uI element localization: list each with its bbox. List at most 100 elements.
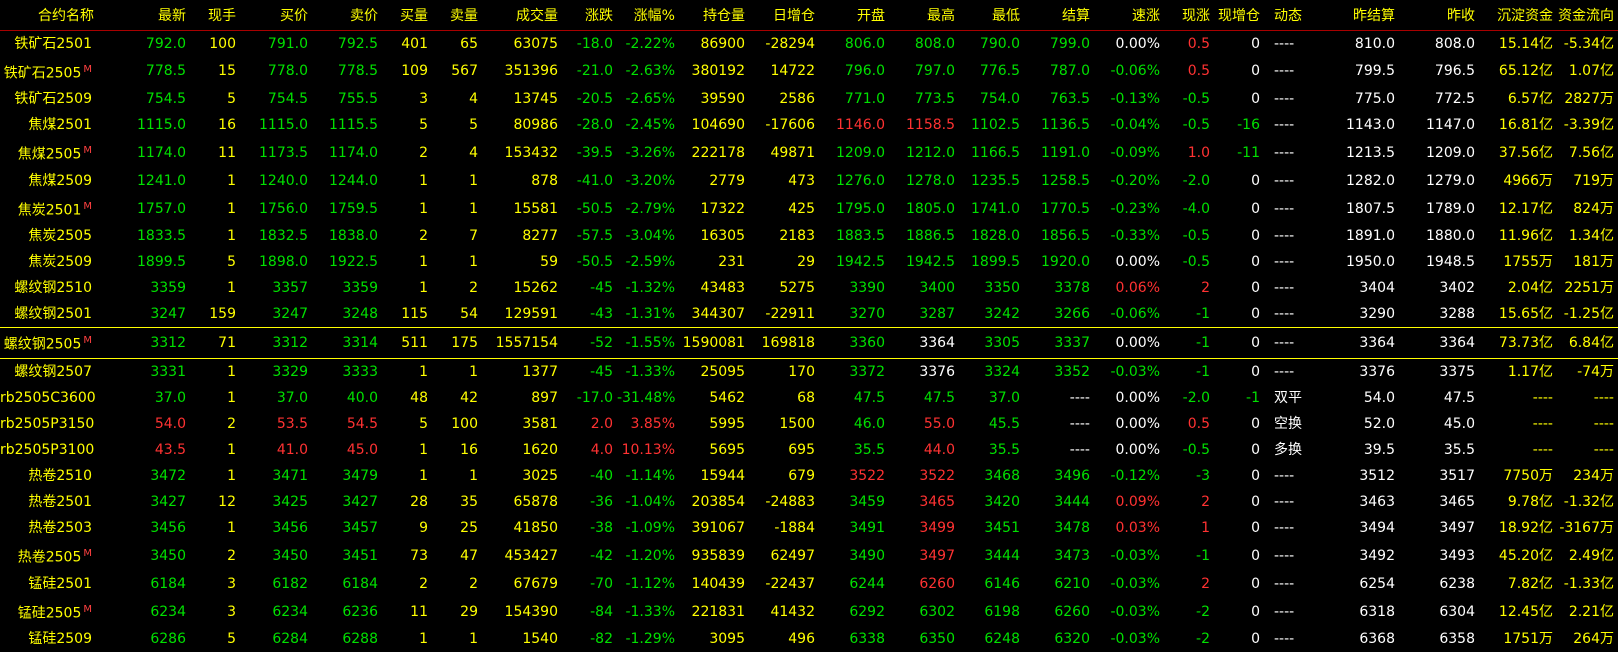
cell-flow: 7.56亿 bbox=[1557, 138, 1618, 168]
chg-value: -45 bbox=[590, 364, 613, 381]
table-row[interactable]: 焦煤2501 1115.0 16 1115.0 1115.5 5 5 80986 -28.0 -2… bbox=[0, 112, 1618, 138]
table-row[interactable]: 热卷2501 3427 12 3425 3427 28 35 65878 -36 -1.04% 20… bbox=[0, 489, 1618, 515]
col-header-speed[interactable]: 速涨 bbox=[1094, 0, 1164, 31]
col-header-vol[interactable]: 成交量 bbox=[482, 0, 562, 31]
low-value: 790.0 bbox=[979, 35, 1020, 52]
table-row[interactable]: 铁矿石2501 792.0 100 791.0 792.5 401 65 63075 -18.0… bbox=[0, 30, 1618, 57]
pclose-value: 3364 bbox=[1439, 335, 1475, 352]
col-header-high[interactable]: 最高 bbox=[889, 0, 959, 31]
col-header-name[interactable]: 合约名称 bbox=[0, 0, 100, 31]
settle-value: 3266 bbox=[1054, 306, 1090, 323]
table-row[interactable]: 焦炭2501 M 1757.0 1 1756.0 1759.5 1 1 15581 -50.5 -2… bbox=[0, 194, 1618, 224]
table-row[interactable]: 热卷2510 3472 1 3471 3479 1 1 3025 -40 -1.14% 15944 6… bbox=[0, 463, 1618, 489]
cell-pct: -3.04% bbox=[617, 223, 679, 249]
flow-value: 181万 bbox=[1573, 254, 1614, 271]
table-row[interactable]: rb2505P3150 54.0 2 53.5 54.5 5 100 3581 2.0 3.85%… bbox=[0, 411, 1618, 437]
settle-value: ---- bbox=[1069, 390, 1090, 407]
table-row[interactable]: 锰硅2505 M 6234 3 6234 6236 11 29 154390 -84 -1.33% 2… bbox=[0, 597, 1618, 627]
col-header-doi[interactable]: 日增仓 bbox=[749, 0, 819, 31]
table-row[interactable]: 螺纹钢2510 3359 1 3357 3359 1 2 15262 -45 -1.32% 4348… bbox=[0, 275, 1618, 301]
speed-value: -0.03% bbox=[1110, 631, 1160, 648]
table-row[interactable]: 焦煤2505 M 1174.0 11 1173.5 1174.0 2 4 153432 -39.5… bbox=[0, 138, 1618, 168]
act-value: ---- bbox=[1274, 117, 1295, 134]
col-header-cur[interactable]: 现手 bbox=[190, 0, 240, 31]
cell-cap: 7.82亿 bbox=[1479, 571, 1557, 597]
askv-value: 5 bbox=[469, 117, 478, 134]
flow-value: 6.84亿 bbox=[1568, 335, 1614, 352]
cell-high: 3522 bbox=[889, 463, 959, 489]
col-header-chg[interactable]: 涨跌 bbox=[562, 0, 617, 31]
col-header-askv[interactable]: 卖量 bbox=[432, 0, 482, 31]
col-header-act[interactable]: 动态 bbox=[1264, 0, 1324, 31]
table-row[interactable]: 焦炭2509 1899.5 5 1898.0 1922.5 1 1 59 -50.5 -2.59%… bbox=[0, 249, 1618, 275]
cell-tick: 0.5 bbox=[1164, 411, 1214, 437]
ask-value: 45.0 bbox=[346, 442, 378, 459]
act-value: ---- bbox=[1274, 200, 1295, 217]
cur-value: 1 bbox=[227, 280, 236, 297]
cell-settle: 3337 bbox=[1024, 327, 1094, 360]
pct-value: -2.79% bbox=[625, 200, 675, 217]
act-value: 空换 bbox=[1274, 416, 1302, 433]
pclose-value: 35.5 bbox=[1443, 442, 1475, 459]
cell-pclose: 1147.0 bbox=[1399, 112, 1479, 138]
act-value: ---- bbox=[1274, 631, 1295, 648]
col-header-tick[interactable]: 现涨 bbox=[1164, 0, 1214, 31]
col-header-bidv[interactable]: 买量 bbox=[382, 0, 432, 31]
low-value: 1741.0 bbox=[971, 200, 1020, 217]
col-header-oi[interactable]: 持仓量 bbox=[679, 0, 749, 31]
doi-value: 2183 bbox=[779, 228, 815, 245]
col-header-ask[interactable]: 卖价 bbox=[312, 0, 382, 31]
cell-pclose: 772.5 bbox=[1399, 86, 1479, 112]
cell-doi: -17606 bbox=[749, 112, 819, 138]
table-row[interactable]: 锰硅2509 6286 5 6284 6288 1 1 1540 -82 -1.29% 3095 49… bbox=[0, 626, 1618, 652]
col-header-pset[interactable]: 昨结算 bbox=[1324, 0, 1399, 31]
cell-toi: 0 bbox=[1214, 359, 1264, 386]
doi-value: -22911 bbox=[765, 306, 815, 323]
table-row[interactable]: 螺纹钢2507 3331 1 3329 3333 1 1 1377 -45 -1.33% 25095… bbox=[0, 359, 1618, 386]
cell-askv: 1 bbox=[432, 168, 482, 194]
cap-value: ---- bbox=[1532, 442, 1553, 459]
cell-bid: 37.0 bbox=[240, 385, 312, 411]
high-value: 55.0 bbox=[923, 416, 955, 433]
bid-value: 3247 bbox=[272, 306, 308, 323]
table-row[interactable]: 热卷2503 3456 1 3456 3457 9 25 41850 -38 -1.09% 3910… bbox=[0, 515, 1618, 541]
pset-value: 1143.0 bbox=[1346, 117, 1395, 134]
cell-last: 54.0 bbox=[100, 411, 190, 437]
cell-oi: 25095 bbox=[679, 359, 749, 386]
table-row[interactable]: 焦煤2509 1241.0 1 1240.0 1244.0 1 1 878 -41.0 -3.20… bbox=[0, 168, 1618, 194]
table-row[interactable]: 螺纹钢2501 3247 159 3247 3248 115 54 129591 -43 -1.3… bbox=[0, 301, 1618, 328]
cell-pct: -2.79% bbox=[617, 194, 679, 224]
col-header-cap[interactable]: 沉淀资金 bbox=[1479, 0, 1557, 31]
cell-chg: -28.0 bbox=[562, 112, 617, 138]
col-header-toi[interactable]: 现增仓 bbox=[1214, 0, 1264, 31]
cell-pclose: 1209.0 bbox=[1399, 138, 1479, 168]
cell-bidv: 1 bbox=[382, 626, 432, 652]
cap-value: 9.78亿 bbox=[1507, 494, 1553, 511]
col-header-pct[interactable]: 涨幅% bbox=[617, 0, 679, 31]
bidv-value: 5 bbox=[419, 416, 428, 433]
table-row[interactable]: 焦炭2505 1833.5 1 1832.5 1838.0 2 7 8277 -57.5 -3.0… bbox=[0, 223, 1618, 249]
col-header-pclose[interactable]: 昨收 bbox=[1399, 0, 1479, 31]
col-header-last[interactable]: 最新 bbox=[100, 0, 190, 31]
table-row[interactable]: 锰硅2501 6184 3 6182 6184 2 2 67679 -70 -1.12% 14043… bbox=[0, 571, 1618, 597]
table-row[interactable]: 热卷2505 M 3450 2 3450 3451 73 47 453427 -42 -1.20% 9… bbox=[0, 541, 1618, 571]
table-row[interactable]: 铁矿石2505 M 778.5 15 778.0 778.5 109 567 351396 -21… bbox=[0, 57, 1618, 87]
table-row[interactable]: rb2505C3600 37.0 1 37.0 40.0 48 42 897 -17.0 -31.… bbox=[0, 385, 1618, 411]
col-header-open[interactable]: 开盘 bbox=[819, 0, 889, 31]
cell-oi: 15944 bbox=[679, 463, 749, 489]
cell-toi: 0 bbox=[1214, 463, 1264, 489]
col-header-low[interactable]: 最低 bbox=[959, 0, 1024, 31]
cap-value: 2.04亿 bbox=[1507, 280, 1553, 297]
table-row[interactable]: 铁矿石2509 754.5 5 754.5 755.5 3 4 13745 -20.5 -2.65… bbox=[0, 86, 1618, 112]
table-row[interactable]: 螺纹钢2505 M 3312 71 3312 3314 511 175 1557154 -52 -1… bbox=[0, 327, 1618, 360]
table-row[interactable]: rb2505P3100 43.5 1 41.0 45.0 1 16 1620 4.0 10.13%… bbox=[0, 437, 1618, 463]
cell-name: 铁矿石2509 bbox=[0, 86, 100, 112]
settle-value: 3378 bbox=[1054, 280, 1090, 297]
chg-value: -38 bbox=[590, 520, 613, 537]
col-header-flow[interactable]: 资金流向 bbox=[1557, 0, 1618, 31]
cell-act: ---- bbox=[1264, 463, 1324, 489]
cell-speed: -0.20% bbox=[1094, 168, 1164, 194]
ask-value: 755.5 bbox=[337, 91, 378, 108]
col-header-bid[interactable]: 买价 bbox=[240, 0, 312, 31]
col-header-settle[interactable]: 结算 bbox=[1024, 0, 1094, 31]
